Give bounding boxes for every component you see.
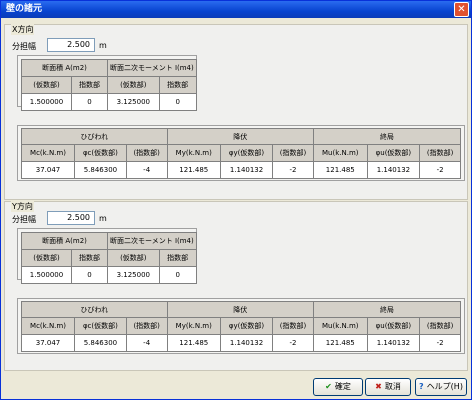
x-area-exponent[interactable]: 0 — [71, 93, 108, 111]
y-section-props-table: 断面積 A(m2) 断面二次モーメント I(m4) (仮数部) 指数部 (仮数部… — [21, 232, 197, 284]
y-direction-label: Y方向 — [11, 201, 34, 212]
y-cell[interactable]: 121.485 — [312, 334, 368, 352]
y-cell[interactable]: 37.047 — [20, 334, 76, 352]
y-share-width-input[interactable]: 2.500 — [47, 211, 95, 225]
x-col-header: My(k.N.m) — [166, 144, 221, 162]
y-moment-mantissa[interactable]: 3.125000 — [107, 266, 160, 284]
y-cell[interactable]: -2 — [419, 334, 461, 352]
y-sub-header: 指数部 — [71, 249, 108, 267]
y-area-header: 断面積 A(m2) — [21, 232, 108, 250]
y-sub-header: 指数部 — [158, 249, 197, 267]
y-cell[interactable]: -2 — [272, 334, 314, 352]
x-direction-group: X方向 分担幅 2.500 m 断面積 A(m2) 断面二次モーメント I(m4… — [4, 24, 468, 200]
x-col-header: (指数部) — [125, 144, 168, 162]
y-col-header: (指数部) — [419, 317, 461, 335]
y-share-width-label: 分担幅 — [12, 215, 36, 224]
x-direction-label: X方向 — [11, 24, 35, 35]
x-cell[interactable]: -2 — [272, 161, 314, 179]
x-col-header: Mu(k.N.m) — [312, 144, 368, 162]
y-crack-header: ひびわれ — [21, 301, 168, 318]
y-col-header: φu(仮数部) — [366, 317, 421, 335]
x-cell[interactable]: 121.485 — [312, 161, 368, 179]
y-cell[interactable]: 121.485 — [166, 334, 221, 352]
x-col-header: φu(仮数部) — [366, 144, 421, 162]
checkmark-icon: ✔ — [325, 382, 332, 391]
y-moment-exponent[interactable]: 0 — [158, 266, 197, 284]
window-title: 壁の諸元 — [6, 4, 43, 14]
x-sub-header: 指数部 — [158, 76, 197, 94]
x-col-header: Mc(k.N.m) — [20, 144, 76, 162]
x-col-header: φy(仮数部) — [219, 144, 274, 162]
x-sub-header: (仮数部) — [107, 76, 160, 94]
x-col-header: φc(仮数部) — [74, 144, 127, 162]
x-cell[interactable]: 5.846300 — [74, 161, 127, 179]
ok-button[interactable]: ✔ 確定 — [313, 378, 363, 396]
x-sub-header: 指数部 — [71, 76, 108, 94]
x-ultimate-header: 終局 — [312, 128, 462, 145]
y-cell[interactable]: 5.846300 — [74, 334, 127, 352]
x-yield-header: 降伏 — [166, 128, 314, 145]
x-moment-exponent[interactable]: 0 — [158, 93, 197, 111]
y-col-header: Mc(k.N.m) — [20, 317, 76, 335]
y-area-mantissa[interactable]: 1.500000 — [21, 266, 72, 284]
x-col-header: (指数部) — [419, 144, 461, 162]
x-section-props-table: 断面積 A(m2) 断面二次モーメント I(m4) (仮数部) 指数部 (仮数部… — [21, 59, 197, 111]
x-area-header: 断面積 A(m2) — [21, 59, 108, 77]
ok-button-label: 確定 — [334, 382, 351, 391]
close-icon[interactable]: ✕ — [454, 2, 469, 17]
help-button[interactable]: ? ヘルプ(H) — [415, 378, 467, 396]
x-cell[interactable]: -4 — [125, 161, 168, 179]
x-cell[interactable]: 1.140132 — [366, 161, 421, 179]
y-col-header: Mu(k.N.m) — [312, 317, 368, 335]
y-cell[interactable]: 1.140132 — [366, 334, 421, 352]
y-sub-header: (仮数部) — [21, 249, 72, 267]
x-sub-header: (仮数部) — [21, 76, 72, 94]
y-share-width-unit: m — [99, 214, 107, 223]
y-col-header: (指数部) — [272, 317, 314, 335]
x-moment-curvature-table: ひびわれ 降伏 終局 Mc(k.N.m) φc(仮数部) (指数部) My(k.… — [20, 128, 462, 179]
x-cell[interactable]: 37.047 — [20, 161, 76, 179]
x-share-width-unit: m — [99, 41, 107, 50]
x-cell[interactable]: 1.140132 — [219, 161, 274, 179]
y-col-header: φy(仮数部) — [219, 317, 274, 335]
x-share-width-input[interactable]: 2.500 — [47, 38, 95, 52]
cross-icon: ✖ — [375, 382, 382, 391]
y-moment-curvature-table: ひびわれ 降伏 終局 Mc(k.N.m) φc(仮数部) (指数部) My(k.… — [20, 301, 462, 352]
x-moment-mantissa[interactable]: 3.125000 — [107, 93, 160, 111]
question-icon: ? — [419, 382, 424, 391]
y-cell[interactable]: -4 — [125, 334, 168, 352]
x-area-mantissa[interactable]: 1.500000 — [21, 93, 72, 111]
y-area-exponent[interactable]: 0 — [71, 266, 108, 284]
y-moment-header: 断面二次モーメント I(m4) — [107, 232, 197, 250]
y-sub-header: (仮数部) — [107, 249, 160, 267]
title-bar[interactable]: 壁の諸元 ✕ — [1, 1, 471, 18]
cancel-button-label: 取消 — [384, 382, 401, 391]
y-col-header: φc(仮数部) — [74, 317, 127, 335]
y-col-header: (指数部) — [125, 317, 168, 335]
cancel-button[interactable]: ✖ 取消 — [365, 378, 411, 396]
x-col-header: (指数部) — [272, 144, 314, 162]
y-yield-header: 降伏 — [166, 301, 314, 318]
help-button-label: ヘルプ(H) — [426, 382, 463, 391]
x-share-width-label: 分担幅 — [12, 42, 36, 51]
y-col-header: My(k.N.m) — [166, 317, 221, 335]
y-ultimate-header: 終局 — [312, 301, 462, 318]
y-direction-group: Y方向 分担幅 2.500 m 断面積 A(m2) 断面二次モーメント I(m4… — [4, 201, 468, 371]
x-cell[interactable]: 121.485 — [166, 161, 221, 179]
x-cell[interactable]: -2 — [419, 161, 461, 179]
x-crack-header: ひびわれ — [21, 128, 168, 145]
y-cell[interactable]: 1.140132 — [219, 334, 274, 352]
x-moment-header: 断面二次モーメント I(m4) — [107, 59, 197, 77]
dialog-window: 壁の諸元 ✕ X方向 分担幅 2.500 m 断面積 A(m2) 断面二次モーメ… — [0, 0, 472, 400]
